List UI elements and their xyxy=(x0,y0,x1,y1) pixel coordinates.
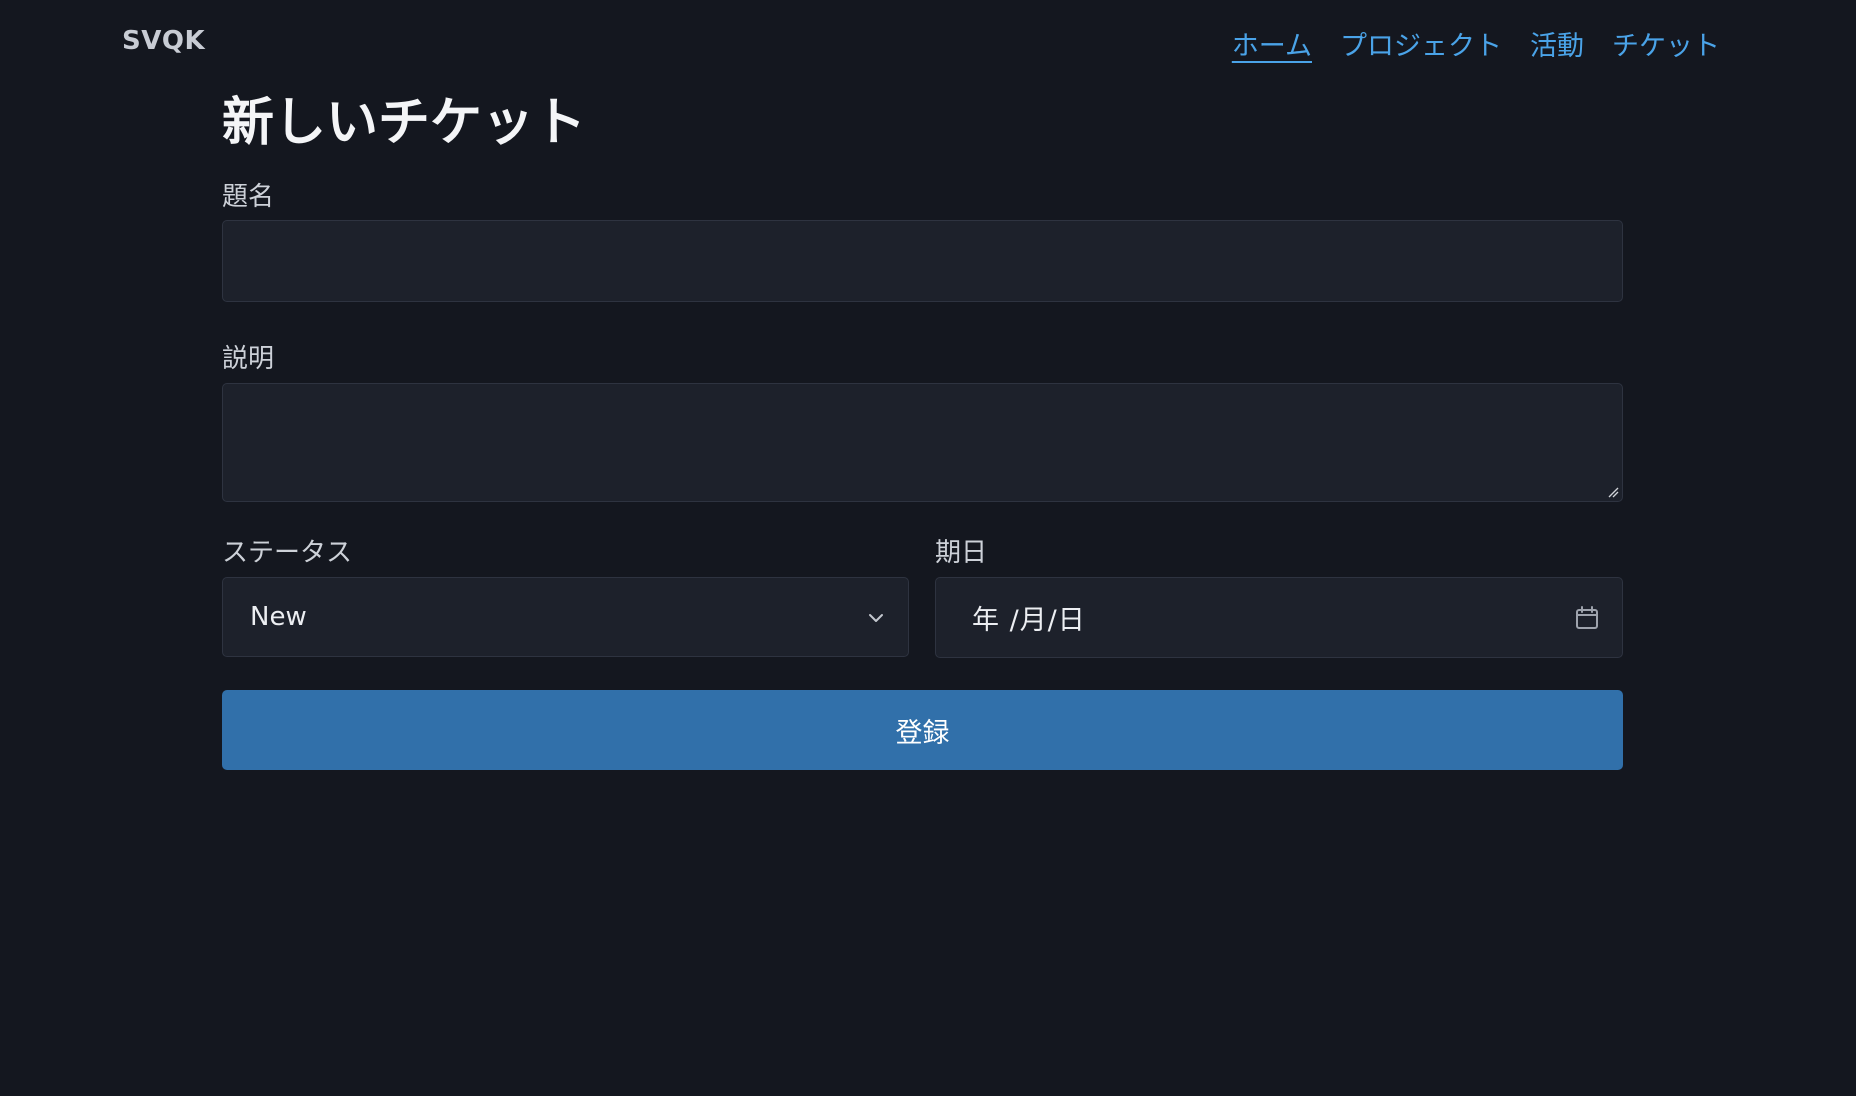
page-title: 新しいチケット xyxy=(222,93,587,153)
description-label: 説明 xyxy=(222,344,275,374)
due-date-input[interactable]: 年 /月/日 xyxy=(935,577,1623,658)
subject-input[interactable] xyxy=(222,220,1623,302)
brand-logo[interactable]: SVQK xyxy=(122,26,205,56)
status-select[interactable]: New xyxy=(222,577,909,657)
resize-handle-icon[interactable] xyxy=(1607,486,1619,498)
submit-button[interactable]: 登録 xyxy=(222,690,1623,770)
calendar-icon[interactable] xyxy=(1574,605,1600,631)
status-selected-value: New xyxy=(250,602,307,632)
nav-item-activity[interactable]: 活動 xyxy=(1530,24,1584,63)
subject-label: 題名 xyxy=(222,182,275,212)
description-textarea[interactable] xyxy=(222,383,1623,502)
chevron-down-icon xyxy=(869,614,883,622)
nav-item-tickets[interactable]: チケット xyxy=(1612,24,1720,63)
nav-item-projects[interactable]: プロジェクト xyxy=(1340,24,1502,63)
due-date-placeholder: 年 /月/日 xyxy=(972,605,1086,636)
nav-item-home[interactable]: ホーム xyxy=(1232,24,1312,63)
due-date-label: 期日 xyxy=(935,538,988,568)
main-nav: ホーム プロジェクト 活動 チケット xyxy=(1232,24,1720,63)
status-label: ステータス xyxy=(222,538,353,568)
